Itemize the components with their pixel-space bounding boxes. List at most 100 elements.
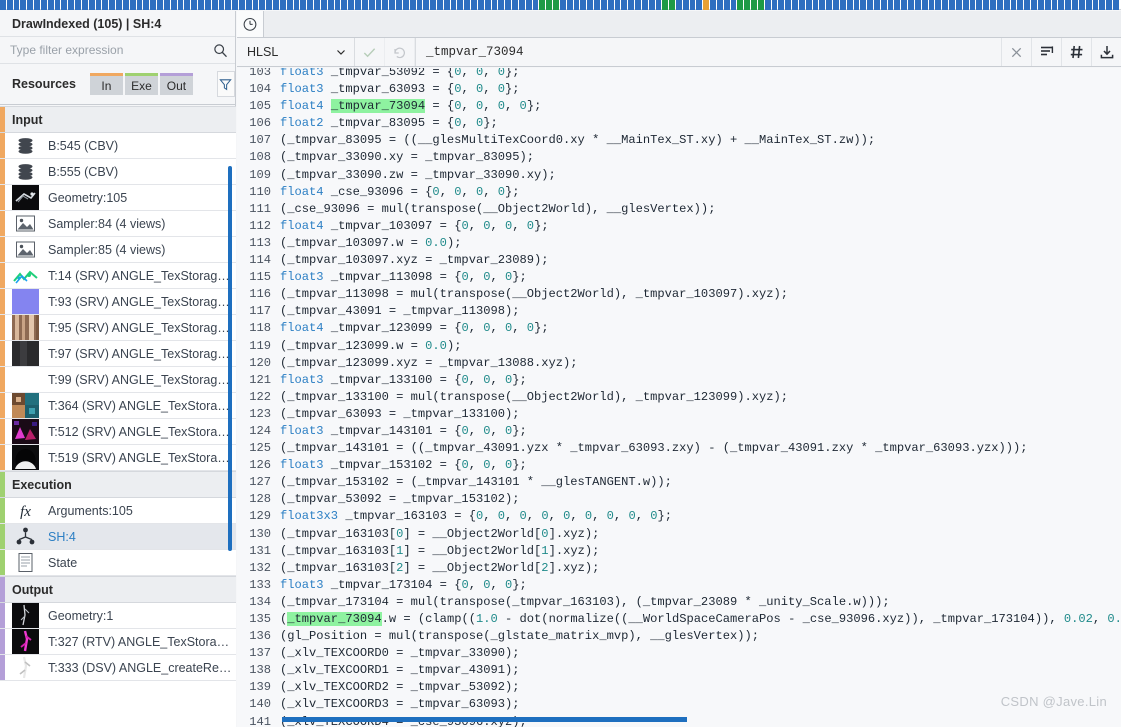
event-marker[interactable] [334, 0, 341, 10]
filter-input[interactable] [10, 43, 211, 57]
event-marker[interactable] [1065, 0, 1072, 10]
event-marker[interactable] [805, 0, 812, 10]
event-marker[interactable] [546, 0, 553, 10]
event-marker[interactable] [143, 0, 150, 10]
filter-funnel-button[interactable] [216, 71, 235, 97]
event-marker[interactable] [607, 0, 614, 10]
resource-item-b-545-cbv[interactable]: B:545 (CBV) [0, 133, 236, 159]
language-select[interactable]: HLSL [237, 38, 355, 66]
apply-changes-button[interactable] [355, 38, 385, 66]
tab-exe[interactable]: Exe [124, 73, 158, 95]
event-marker[interactable] [641, 0, 648, 10]
event-marker[interactable] [177, 0, 184, 10]
resource-item-sh-4[interactable]: SH:4 [0, 524, 236, 550]
event-marker[interactable] [867, 0, 873, 10]
event-marker[interactable] [839, 0, 846, 10]
event-marker[interactable] [696, 0, 703, 10]
event-marker[interactable] [969, 0, 976, 10]
event-marker[interactable] [1058, 0, 1065, 10]
event-marker[interactable] [1085, 0, 1092, 10]
event-marker[interactable] [600, 0, 607, 10]
event-marker[interactable] [389, 0, 396, 10]
event-marker[interactable] [792, 0, 798, 10]
event-marker[interactable] [628, 0, 635, 10]
event-marker[interactable] [860, 0, 867, 10]
event-marker[interactable] [1051, 0, 1058, 10]
event-marker[interactable] [914, 0, 921, 10]
event-marker[interactable] [942, 0, 949, 10]
event-marker[interactable] [382, 0, 389, 10]
event-marker[interactable] [34, 0, 40, 10]
resource-item-t-327-rtv-angle-texstora[interactable]: T:327 (RTV) ANGLE_TexStora… [0, 629, 236, 655]
event-marker[interactable] [798, 0, 805, 10]
resource-item-geometry-1[interactable]: Geometry:1 [0, 603, 236, 629]
event-marker[interactable] [307, 0, 314, 10]
event-marker[interactable] [273, 0, 279, 10]
event-marker[interactable] [880, 0, 887, 10]
event-marker[interactable] [191, 0, 198, 10]
event-marker[interactable] [757, 0, 764, 10]
event-marker[interactable] [512, 0, 518, 10]
event-timeline-strip[interactable] [0, 0, 1121, 10]
event-marker[interactable] [669, 0, 675, 10]
event-marker[interactable] [471, 0, 477, 10]
event-marker[interactable] [662, 0, 669, 10]
event-marker[interactable] [1092, 0, 1099, 10]
event-marker[interactable] [1072, 0, 1078, 10]
event-marker[interactable] [464, 0, 471, 10]
event-marker[interactable] [252, 0, 259, 10]
event-marker[interactable] [484, 0, 491, 10]
resource-item-t-14-srv-angle-texstorag[interactable]: T:14 (SRV) ANGLE_TexStorag… [0, 263, 236, 289]
event-marker[interactable] [955, 0, 962, 10]
event-marker[interactable] [423, 0, 430, 10]
symbol-field[interactable]: _tmpvar_73094 [415, 38, 1001, 66]
event-marker[interactable] [833, 0, 839, 10]
event-marker[interactable] [150, 0, 157, 10]
event-marker[interactable] [430, 0, 436, 10]
event-marker[interactable] [908, 0, 914, 10]
event-marker[interactable] [109, 0, 116, 10]
event-marker[interactable] [6, 0, 13, 10]
event-marker[interactable] [730, 0, 737, 10]
event-marker[interactable] [457, 0, 464, 10]
event-marker[interactable] [505, 0, 512, 10]
event-marker[interactable] [102, 0, 109, 10]
event-marker[interactable] [0, 0, 6, 10]
event-marker[interactable] [675, 0, 682, 10]
event-marker[interactable] [539, 0, 546, 10]
event-marker[interactable] [587, 0, 594, 10]
event-marker[interactable] [655, 0, 662, 10]
event-marker[interactable] [232, 0, 238, 10]
event-marker[interactable] [75, 0, 81, 10]
event-marker[interactable] [532, 0, 539, 10]
event-marker[interactable] [1044, 0, 1051, 10]
event-marker[interactable] [1024, 0, 1031, 10]
revert-changes-button[interactable] [385, 38, 415, 66]
event-marker[interactable] [962, 0, 969, 10]
event-marker[interactable] [785, 0, 792, 10]
event-marker[interactable] [853, 0, 860, 10]
event-marker[interactable] [81, 0, 88, 10]
event-marker[interactable] [874, 0, 880, 10]
event-marker[interactable] [20, 0, 27, 10]
event-marker[interactable] [921, 0, 928, 10]
event-marker[interactable] [396, 0, 402, 10]
format-lines-icon[interactable] [1031, 38, 1061, 66]
event-marker[interactable] [635, 0, 641, 10]
event-marker[interactable] [737, 0, 744, 10]
event-marker[interactable] [320, 0, 327, 10]
line-numbers-icon[interactable] [1061, 38, 1091, 66]
resource-tree[interactable]: Input B:545 (CBV) B:555 (CBV) Geometry:105 S… [0, 106, 236, 727]
clear-symbol-button[interactable] [1001, 38, 1031, 66]
event-marker[interactable] [136, 0, 143, 10]
event-marker[interactable] [846, 0, 853, 10]
code-viewport[interactable]: 103 float3 _tmpvar_53092 = {0, 0, 0}; 104… [237, 68, 1121, 727]
event-marker[interactable] [355, 0, 361, 10]
event-marker[interactable] [614, 0, 621, 10]
event-marker[interactable] [901, 0, 908, 10]
event-marker[interactable] [61, 0, 68, 10]
event-marker[interactable] [40, 0, 47, 10]
event-marker[interactable] [211, 0, 218, 10]
event-marker[interactable] [976, 0, 983, 10]
event-marker[interactable] [1017, 0, 1024, 10]
